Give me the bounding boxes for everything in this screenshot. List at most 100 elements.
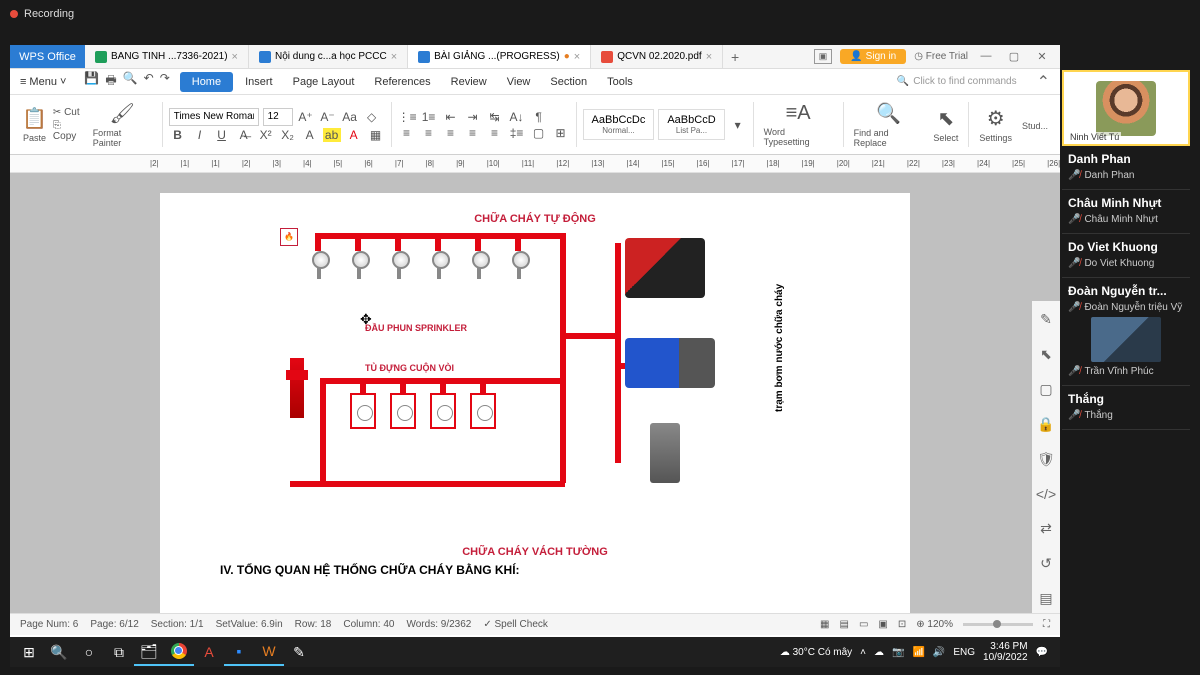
- status-col[interactable]: Column: 40: [343, 619, 394, 630]
- code-icon[interactable]: </>: [1036, 486, 1056, 502]
- search-icon[interactable]: 🔍: [44, 638, 74, 666]
- zoom-value[interactable]: ⊕ 120%: [916, 619, 953, 630]
- window-layout-icon[interactable]: ▣: [814, 49, 833, 64]
- participant-tile[interactable]: Danh Phan 🎤̸Danh Phan: [1062, 146, 1190, 190]
- tab-1[interactable]: Nội dung c...a học PCCC×: [249, 45, 408, 68]
- tab-home[interactable]: Home: [180, 72, 233, 92]
- zoom-fit-icon[interactable]: ⊡: [898, 619, 906, 630]
- view-read-icon[interactable]: ▣: [878, 619, 887, 630]
- style-normal[interactable]: AaBbCcDcNormal...: [583, 109, 655, 140]
- highlight-button[interactable]: ab: [323, 128, 341, 142]
- command-search[interactable]: 🔍Click to find commands: [887, 76, 1027, 87]
- wps-logo[interactable]: WPS Office: [10, 45, 85, 68]
- save-icon[interactable]: 💾: [84, 71, 99, 92]
- view-outline-icon[interactable]: ▤: [840, 619, 849, 630]
- cut-button[interactable]: ✂ Cut: [53, 107, 87, 118]
- shrink-font-icon[interactable]: A⁻: [319, 110, 337, 124]
- free-trial-button[interactable]: ◷ Free Trial: [914, 51, 968, 62]
- redo-icon[interactable]: ↷: [160, 71, 170, 92]
- shading-button[interactable]: ▦: [367, 128, 385, 142]
- chrome-icon[interactable]: [164, 638, 194, 666]
- zoom-icon[interactable]: ▪: [224, 638, 254, 666]
- text-dir-icon[interactable]: A↓: [508, 110, 526, 124]
- copy-button[interactable]: ⎘ Copy: [53, 120, 87, 142]
- close-button[interactable]: ✕: [1032, 50, 1052, 63]
- folder-icon[interactable]: ▤: [1039, 590, 1052, 607]
- participant-tile[interactable]: Châu Minh Nhựt 🎤̸Châu Minh Nhựt: [1062, 190, 1190, 234]
- new-tab-button[interactable]: +: [723, 45, 747, 68]
- cortana-icon[interactable]: ○: [74, 638, 104, 666]
- onedrive-icon[interactable]: ☁: [874, 647, 884, 658]
- textedit-icon[interactable]: ✎: [284, 638, 314, 666]
- zoom-slider[interactable]: [963, 623, 1033, 626]
- volume-icon[interactable]: 🔊: [933, 647, 945, 658]
- settings-icon[interactable]: ⚙: [987, 106, 1005, 131]
- lock-icon[interactable]: 🔒: [1037, 416, 1054, 433]
- style-listpara[interactable]: AaBbCcDList Pa...: [658, 109, 724, 140]
- font-size-select[interactable]: [263, 108, 293, 126]
- taskview-icon[interactable]: ⧉: [104, 638, 134, 666]
- clipboard-icon[interactable]: ▢: [1039, 381, 1052, 398]
- zoom-tray-icon[interactable]: 📷: [892, 647, 904, 658]
- tab-review[interactable]: Review: [441, 69, 497, 94]
- tray-chevron-icon[interactable]: ˄: [860, 647, 866, 658]
- close-icon[interactable]: ×: [391, 51, 397, 63]
- signin-button[interactable]: 👤Sign in: [840, 49, 906, 64]
- start-button[interactable]: ⊞: [14, 638, 44, 666]
- status-setvalue[interactable]: SetValue: 6.9in: [216, 619, 283, 630]
- italic-button[interactable]: I: [191, 128, 209, 142]
- para-marks-icon[interactable]: ¶: [530, 110, 548, 124]
- close-icon[interactable]: ×: [706, 51, 712, 63]
- horizontal-ruler[interactable]: |2||1||1||2||3||4||5||6||7||8||9||10||11…: [10, 155, 1060, 173]
- underline-button[interactable]: U: [213, 128, 231, 142]
- find-icon[interactable]: 🔍: [876, 101, 901, 126]
- text-effect-button[interactable]: A: [301, 128, 319, 142]
- paste-icon[interactable]: 📋: [22, 106, 47, 131]
- participant-tile[interactable]: Thắng 🎤̸Thắng: [1062, 386, 1190, 430]
- tab-3[interactable]: QCVN 02.2020.pdf×: [591, 45, 723, 68]
- notifications-icon[interactable]: 💬: [1036, 647, 1048, 658]
- line-spacing-icon[interactable]: ‡≡: [508, 126, 526, 140]
- bold-button[interactable]: B: [169, 128, 187, 142]
- format-painter-icon[interactable]: 🖌: [109, 101, 134, 126]
- protect-icon[interactable]: 🛡: [1037, 451, 1055, 468]
- wifi-icon[interactable]: 📶: [912, 647, 924, 658]
- document-canvas[interactable]: 🔥 CHỮA CHÁY TỰ ĐỘNG ✥ ĐẦU PHUN SPRINKLER: [10, 173, 1060, 613]
- select-icon[interactable]: ⬉: [938, 106, 955, 131]
- font-color-button[interactable]: A: [345, 128, 363, 142]
- bullets-icon[interactable]: ⋮≡: [398, 110, 416, 124]
- preview-icon[interactable]: 🔍: [123, 71, 138, 92]
- tab-tools[interactable]: Tools: [597, 69, 643, 94]
- minimize-button[interactable]: —: [976, 50, 996, 63]
- styles-more-icon[interactable]: ▾: [729, 118, 747, 132]
- justify-icon[interactable]: ≡: [464, 126, 482, 140]
- tab-references[interactable]: References: [364, 69, 440, 94]
- collapse-ribbon-icon[interactable]: ⌃: [1027, 72, 1060, 92]
- participant-tile[interactable]: Đoàn Nguyễn tr... 🎤̸Đoàn Nguyễn triệu Vỹ…: [1062, 278, 1190, 386]
- tab-icon[interactable]: ↹: [486, 110, 504, 124]
- pinned-participant[interactable]: Ninh Viết Tú: [1062, 70, 1190, 146]
- app-menu[interactable]: ≡ Menu ˅: [10, 69, 76, 94]
- align-right-icon[interactable]: ≡: [442, 126, 460, 140]
- pencil-icon[interactable]: ✎: [1040, 311, 1052, 328]
- typeset-icon[interactable]: ≡A: [786, 102, 811, 125]
- subscript-button[interactable]: X₂: [279, 128, 297, 142]
- grow-font-icon[interactable]: A⁺: [297, 110, 315, 124]
- change-case-icon[interactable]: Aa: [341, 110, 359, 124]
- fullscreen-icon[interactable]: ⛶: [1043, 619, 1050, 630]
- distribute-icon[interactable]: ≡: [486, 126, 504, 140]
- spellcheck-button[interactable]: ✓ Spell Check: [483, 619, 548, 630]
- status-row[interactable]: Row: 18: [295, 619, 332, 630]
- tab-0[interactable]: BANG TINH ...7336-2021)×: [85, 45, 249, 68]
- history-icon[interactable]: ↺: [1040, 555, 1052, 572]
- autocad-icon[interactable]: A: [194, 638, 224, 666]
- strike-button[interactable]: A̶: [235, 128, 253, 142]
- tab-section[interactable]: Section: [540, 69, 597, 94]
- superscript-button[interactable]: X²: [257, 128, 275, 142]
- maximize-button[interactable]: ▢: [1004, 50, 1024, 63]
- status-words[interactable]: Words: 9/2362: [406, 619, 471, 630]
- indent-dec-icon[interactable]: ⇤: [442, 110, 460, 124]
- explorer-icon[interactable]: 🗂: [134, 638, 164, 666]
- align-left-icon[interactable]: ≡: [398, 126, 416, 140]
- status-section[interactable]: Section: 1/1: [151, 619, 204, 630]
